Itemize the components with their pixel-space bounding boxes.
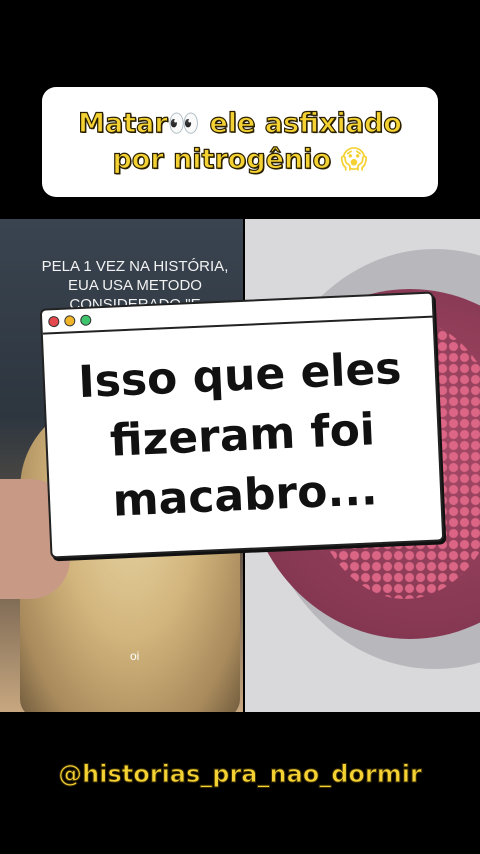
eyes-emoji-icon: 👀 bbox=[167, 109, 201, 139]
title-line-2: por nitrogênio 😱 bbox=[112, 142, 368, 178]
dialog-line-3: macabro... bbox=[111, 464, 379, 527]
video-caption: oi bbox=[130, 649, 140, 663]
title-line-1: Matar👀 ele asfixiado bbox=[78, 106, 403, 142]
popup-dialog: Isso que eles fizeram foi macabro... bbox=[39, 291, 445, 559]
account-handle: @historias_pra_nao_dormir bbox=[58, 760, 423, 789]
title-card: Matar👀 ele asfixiado por nitrogênio 😱 bbox=[42, 87, 438, 197]
title-text-1a: Matar bbox=[78, 107, 169, 139]
scream-emoji-icon: 😱 bbox=[340, 145, 368, 175]
minimize-dot-icon bbox=[64, 314, 76, 327]
dialog-body: Isso que eles fizeram foi macabro... bbox=[43, 318, 442, 555]
title-text-1b: ele asfixiado bbox=[209, 107, 403, 139]
maximize-dot-icon bbox=[80, 313, 92, 326]
overlay-line-1: PELA 1 VEZ NA HISTÓRIA, bbox=[41, 258, 229, 275]
overlay-line-2: EUA USA METODO bbox=[68, 277, 202, 294]
close-dot-icon bbox=[48, 315, 60, 327]
title-text-2: por nitrogênio bbox=[112, 143, 332, 175]
